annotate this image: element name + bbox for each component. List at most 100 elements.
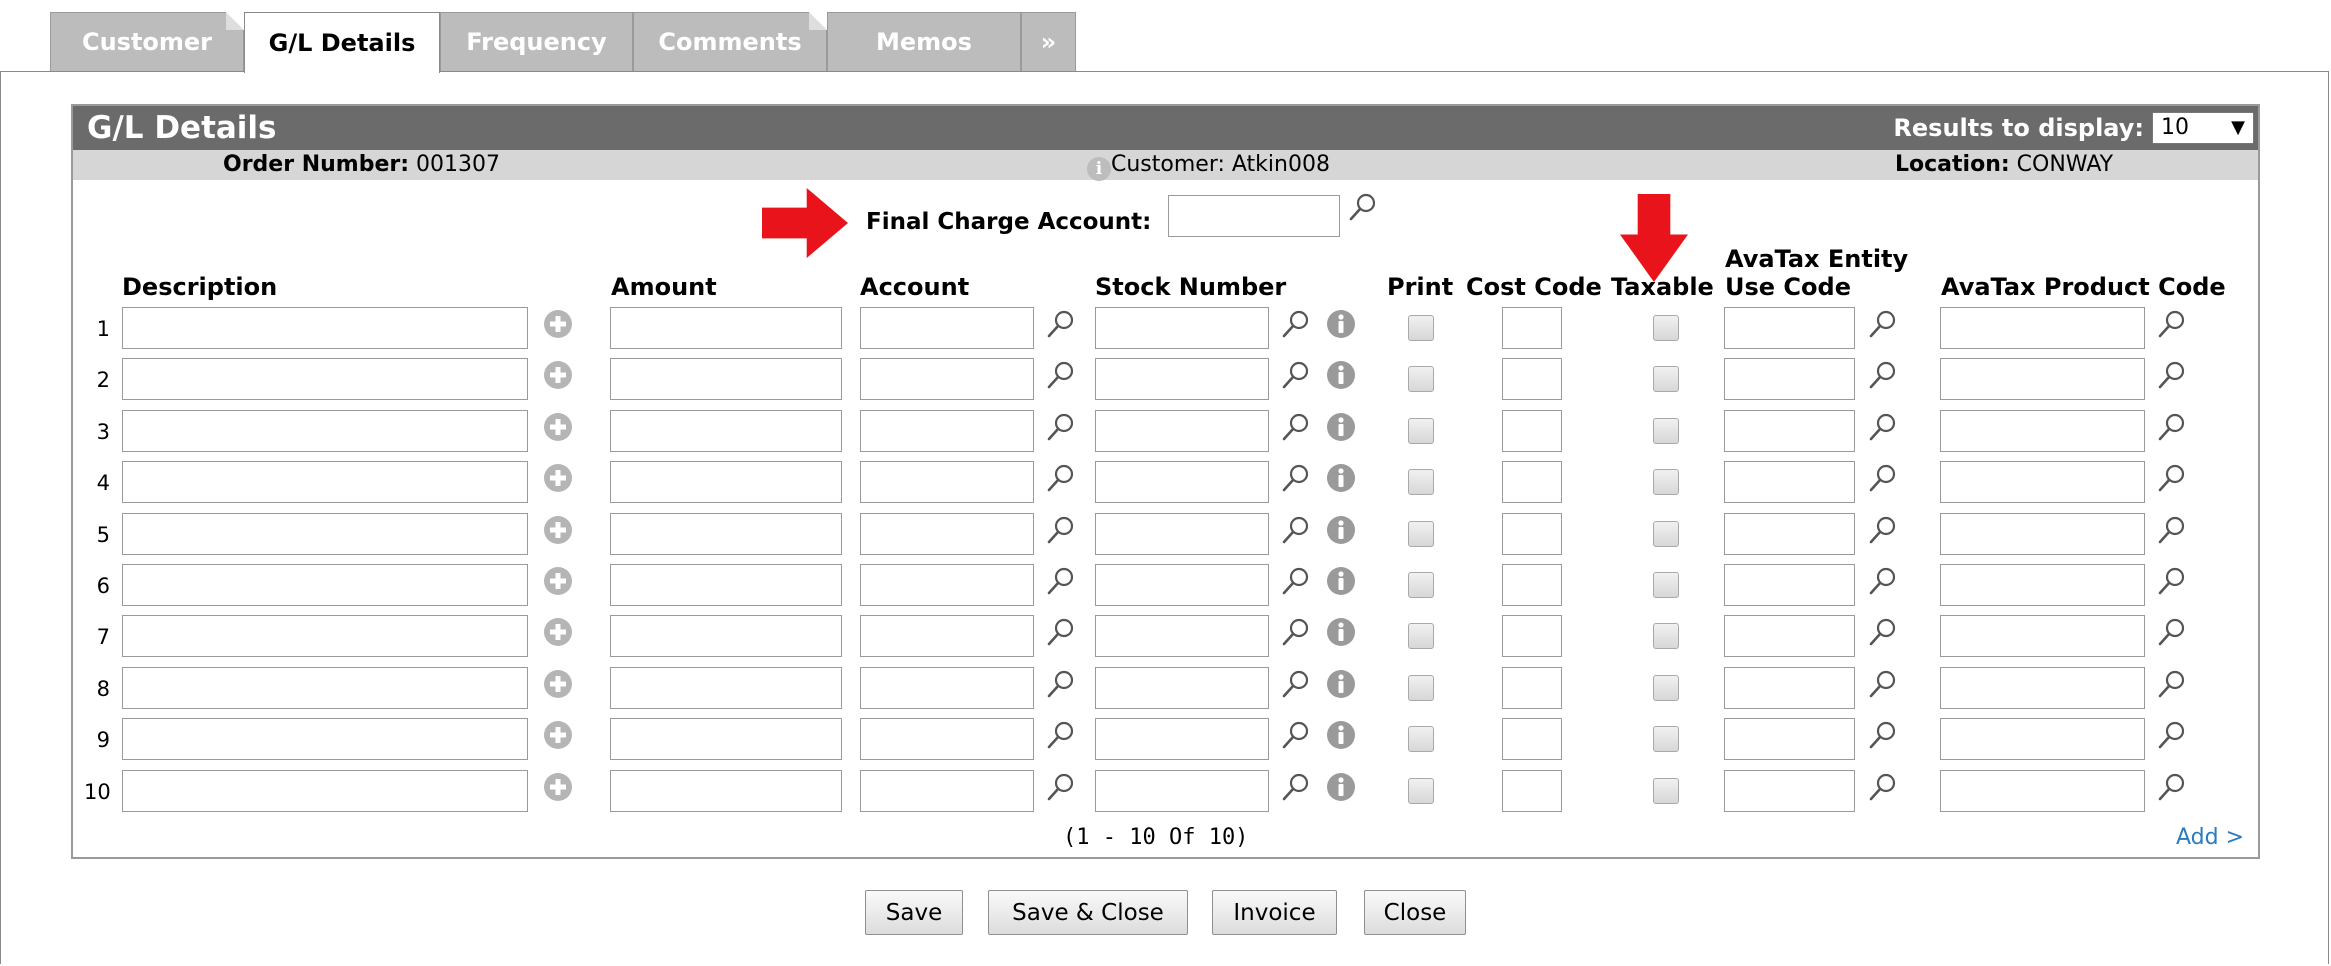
account-input[interactable] (860, 615, 1034, 657)
description-input[interactable] (122, 410, 528, 452)
tab-customer[interactable]: Customer (50, 12, 244, 71)
stock-number-search-icon[interactable] (1281, 772, 1311, 802)
account-input[interactable] (860, 358, 1034, 400)
account-search-icon[interactable] (1046, 463, 1076, 493)
add-row-plus-icon[interactable] (543, 360, 573, 390)
avatax-entity-use-code-input[interactable] (1724, 410, 1855, 452)
stock-number-search-icon[interactable] (1281, 515, 1311, 545)
avatax-product-code-input[interactable] (1940, 667, 2145, 709)
taxable-checkbox[interactable] (1653, 675, 1679, 701)
cost-code-input[interactable] (1502, 564, 1562, 606)
stock-number-input[interactable] (1095, 770, 1269, 812)
account-input[interactable] (860, 770, 1034, 812)
stock-number-search-icon[interactable] (1281, 309, 1311, 339)
add-row-plus-icon[interactable] (543, 617, 573, 647)
add-row-plus-icon[interactable] (543, 309, 573, 339)
avatax-product-search-icon[interactable] (2157, 360, 2187, 390)
stock-number-input[interactable] (1095, 358, 1269, 400)
account-input[interactable] (860, 718, 1034, 760)
stock-number-input[interactable] (1095, 564, 1269, 606)
avatax-entity-search-icon[interactable] (1868, 669, 1898, 699)
amount-input[interactable] (610, 718, 842, 760)
print-checkbox[interactable] (1408, 315, 1434, 341)
print-checkbox[interactable] (1408, 726, 1434, 752)
save-button[interactable]: Save (865, 890, 963, 935)
add-row-plus-icon[interactable] (543, 463, 573, 493)
taxable-checkbox[interactable] (1653, 521, 1679, 547)
stock-number-input[interactable] (1095, 615, 1269, 657)
add-row-plus-icon[interactable] (543, 772, 573, 802)
account-input[interactable] (860, 513, 1034, 555)
stock-number-search-icon[interactable] (1281, 720, 1311, 750)
stock-number-input[interactable] (1095, 718, 1269, 760)
avatax-product-search-icon[interactable] (2157, 463, 2187, 493)
avatax-product-search-icon[interactable] (2157, 309, 2187, 339)
amount-input[interactable] (610, 564, 842, 606)
amount-input[interactable] (610, 358, 842, 400)
account-search-icon[interactable] (1046, 617, 1076, 647)
stock-info-icon[interactable] (1326, 309, 1356, 339)
account-input[interactable] (860, 461, 1034, 503)
add-link[interactable]: Add > (2176, 825, 2244, 850)
avatax-entity-use-code-input[interactable] (1724, 718, 1855, 760)
invoice-button[interactable]: Invoice (1212, 890, 1337, 935)
avatax-entity-search-icon[interactable] (1868, 515, 1898, 545)
account-search-icon[interactable] (1046, 772, 1076, 802)
print-checkbox[interactable] (1408, 418, 1434, 444)
tab-frequency[interactable]: Frequency (440, 12, 633, 71)
cost-code-input[interactable] (1502, 513, 1562, 555)
amount-input[interactable] (610, 513, 842, 555)
stock-info-icon[interactable] (1326, 617, 1356, 647)
avatax-product-code-input[interactable] (1940, 410, 2145, 452)
stock-info-icon[interactable] (1326, 515, 1356, 545)
stock-info-icon[interactable] (1326, 360, 1356, 390)
stock-info-icon[interactable] (1326, 772, 1356, 802)
amount-input[interactable] (610, 461, 842, 503)
taxable-checkbox[interactable] (1653, 469, 1679, 495)
amount-input[interactable] (610, 770, 842, 812)
account-search-icon[interactable] (1046, 566, 1076, 596)
taxable-checkbox[interactable] (1653, 572, 1679, 598)
avatax-product-code-input[interactable] (1940, 513, 2145, 555)
amount-input[interactable] (610, 667, 842, 709)
taxable-checkbox[interactable] (1653, 778, 1679, 804)
avatax-product-search-icon[interactable] (2157, 669, 2187, 699)
amount-input[interactable] (610, 307, 842, 349)
avatax-product-code-input[interactable] (1940, 461, 2145, 503)
avatax-product-search-icon[interactable] (2157, 566, 2187, 596)
account-search-icon[interactable] (1046, 515, 1076, 545)
stock-info-icon[interactable] (1326, 720, 1356, 750)
avatax-entity-use-code-input[interactable] (1724, 564, 1855, 606)
avatax-product-search-icon[interactable] (2157, 720, 2187, 750)
avatax-entity-search-icon[interactable] (1868, 412, 1898, 442)
cost-code-input[interactable] (1502, 615, 1562, 657)
stock-number-input[interactable] (1095, 461, 1269, 503)
add-row-plus-icon[interactable] (543, 412, 573, 442)
print-checkbox[interactable] (1408, 521, 1434, 547)
print-checkbox[interactable] (1408, 623, 1434, 649)
amount-input[interactable] (610, 615, 842, 657)
account-search-icon[interactable] (1046, 360, 1076, 390)
cost-code-input[interactable] (1502, 667, 1562, 709)
description-input[interactable] (122, 461, 528, 503)
taxable-checkbox[interactable] (1653, 623, 1679, 649)
avatax-entity-search-icon[interactable] (1868, 566, 1898, 596)
account-input[interactable] (860, 307, 1034, 349)
avatax-entity-use-code-input[interactable] (1724, 770, 1855, 812)
stock-number-search-icon[interactable] (1281, 669, 1311, 699)
stock-number-input[interactable] (1095, 513, 1269, 555)
cost-code-input[interactable] (1502, 410, 1562, 452)
tab-gl-details[interactable]: G/L Details (244, 12, 440, 73)
results-to-display-select[interactable]: 10 ▼ (2152, 112, 2254, 144)
add-row-plus-icon[interactable] (543, 669, 573, 699)
account-input[interactable] (860, 410, 1034, 452)
account-search-icon[interactable] (1046, 412, 1076, 442)
cost-code-input[interactable] (1502, 461, 1562, 503)
description-input[interactable] (122, 718, 528, 760)
info-icon[interactable]: i (1087, 157, 1111, 181)
taxable-checkbox[interactable] (1653, 315, 1679, 341)
avatax-product-search-icon[interactable] (2157, 772, 2187, 802)
description-input[interactable] (122, 358, 528, 400)
avatax-entity-search-icon[interactable] (1868, 720, 1898, 750)
cost-code-input[interactable] (1502, 358, 1562, 400)
